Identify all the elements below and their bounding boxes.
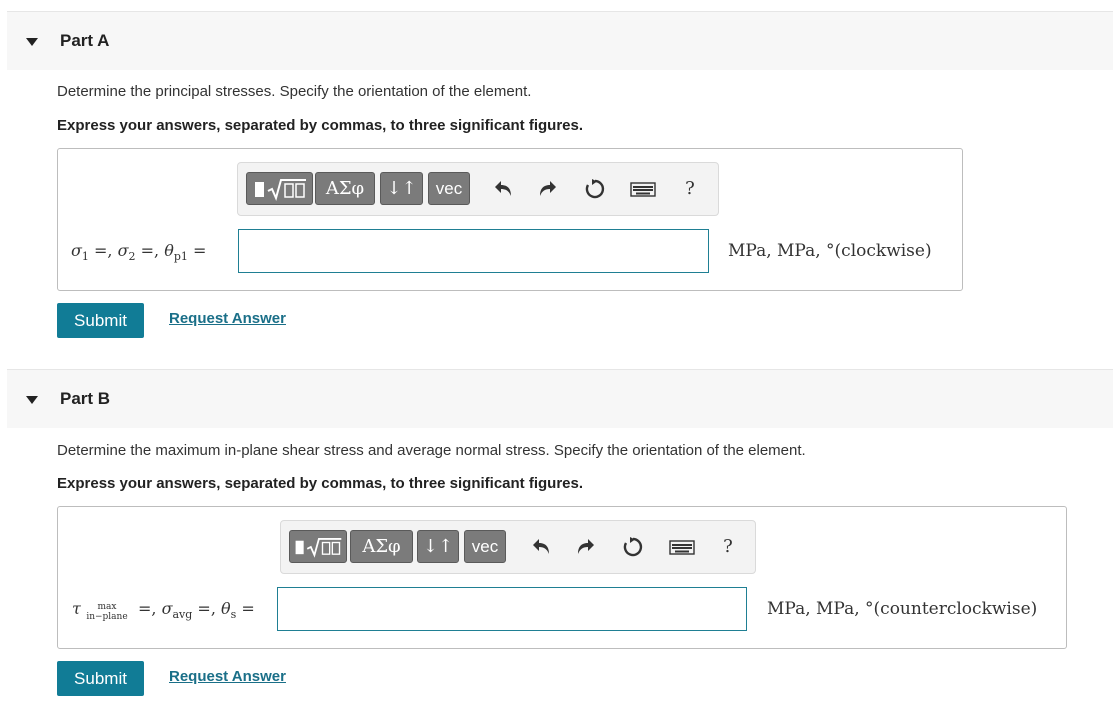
sigma-avg-symbol: σ [161, 599, 173, 618]
part-b-submit-button[interactable]: Submit [57, 661, 144, 696]
part-a-instructions: Express your answers, separated by comma… [57, 117, 584, 134]
part-b-prompt: Determine the maximum in-plane shear str… [57, 442, 806, 459]
sigma1-subscript: 1 [81, 250, 89, 264]
sigma2-subscript: 2 [128, 250, 136, 264]
help-button[interactable]: ? [680, 172, 700, 205]
collapse-caret-icon[interactable] [26, 38, 38, 46]
part-b-header[interactable]: Part B [7, 369, 1113, 428]
part-b-instructions: Express your answers, separated by comma… [57, 475, 584, 492]
greek-symbols-button[interactable]: ΑΣφ [350, 530, 413, 563]
sqrt-template-icon [254, 178, 306, 201]
part-a-prompt: Determine the principal stresses. Specif… [57, 83, 532, 100]
undo-icon[interactable] [529, 535, 553, 559]
redo-icon[interactable] [536, 177, 560, 201]
tau-subscript: max in−plane [84, 602, 130, 622]
theta-subscript: p1 [173, 250, 188, 264]
sigma1-symbol: σ [71, 241, 82, 260]
part-b-units: MPa, MPa, °(counterclockwise) [767, 599, 1038, 619]
tau-symbol: τ [72, 599, 81, 618]
part-a-math-toolbar: ΑΣφ ↓↑ vec ? [237, 162, 719, 216]
sqrt-template-icon [295, 537, 342, 558]
sigma2-symbol: σ [117, 241, 129, 260]
tau-sub-top: max [97, 602, 117, 612]
undo-icon[interactable] [491, 177, 515, 201]
arrows-button[interactable]: ↓↑ [417, 530, 459, 563]
part-a-title: Part A [60, 31, 110, 50]
keyboard-icon[interactable] [669, 535, 695, 559]
redo-icon[interactable] [574, 535, 598, 559]
part-a-request-answer-link[interactable]: Request Answer [169, 310, 286, 327]
collapse-caret-icon[interactable] [26, 396, 38, 404]
theta-s-subscript: s [230, 608, 237, 622]
vector-button[interactable]: vec [428, 172, 470, 205]
part-a-units: MPa, MPa, °(clockwise) [728, 241, 932, 261]
vector-button[interactable]: vec [464, 530, 506, 563]
reset-icon[interactable] [621, 535, 645, 559]
help-button[interactable]: ? [718, 530, 738, 563]
part-a-submit-button[interactable]: Submit [57, 303, 144, 338]
templates-button[interactable] [246, 172, 313, 205]
sigma-avg-subscript: avg [172, 608, 193, 622]
templates-button[interactable] [289, 530, 347, 563]
greek-symbols-button[interactable]: ΑΣφ [315, 172, 375, 205]
arrows-button[interactable]: ↓↑ [380, 172, 423, 205]
reset-icon[interactable] [583, 177, 607, 201]
theta-s-symbol: θ [221, 599, 231, 618]
theta-symbol: θ [164, 241, 174, 260]
part-a-header[interactable]: Part A [7, 11, 1113, 70]
part-a-variable-labels: σ1 =, σ2 =, θp1 = [71, 241, 207, 264]
part-b-answer-input[interactable] [277, 587, 747, 631]
part-b-answer-box: ΑΣφ ↓↑ vec ? τ max in−plane =, σavg =, θ… [57, 506, 1067, 649]
part-b-math-toolbar: ΑΣφ ↓↑ vec ? [280, 520, 756, 574]
part-b-variable-labels: =, σavg =, θs = [138, 599, 255, 622]
part-a-answer-input[interactable] [238, 229, 709, 273]
part-b-request-answer-link[interactable]: Request Answer [169, 668, 286, 685]
keyboard-icon[interactable] [630, 177, 656, 201]
tau-sub-bottom: in−plane [86, 612, 128, 622]
part-b-title: Part B [60, 389, 111, 408]
part-a-answer-box: ΑΣφ ↓↑ vec ? σ1 =, σ2 =, θp1 = MPa, MPa,… [57, 148, 963, 291]
tau-label: τ [72, 599, 81, 618]
